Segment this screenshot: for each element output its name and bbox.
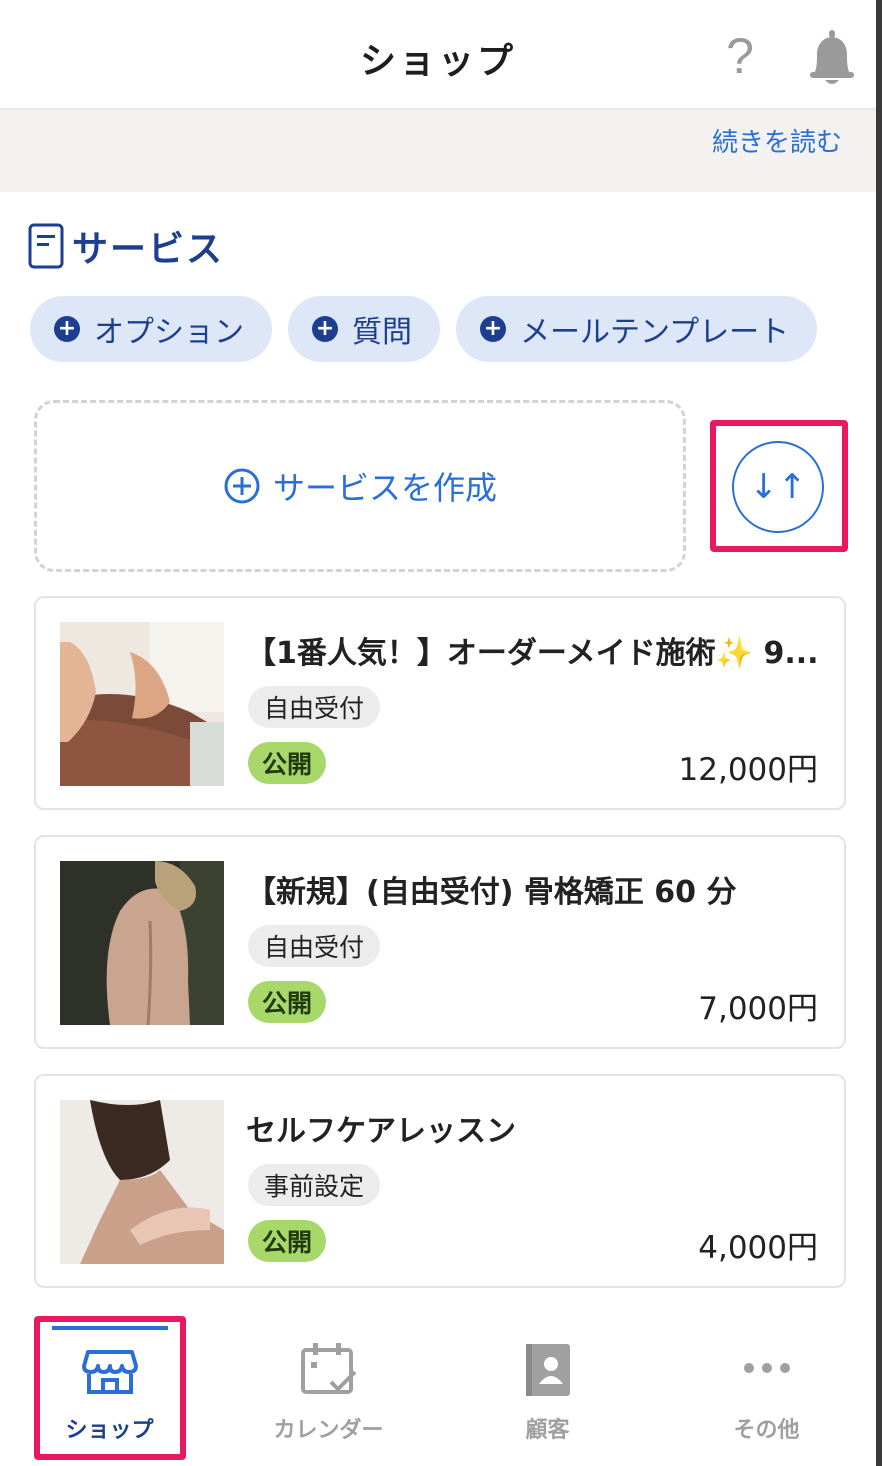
service-price: 12,000円 bbox=[678, 752, 818, 788]
service-name: 【1番人気！】オーダーメイド施術✨ 9... bbox=[246, 636, 819, 671]
document-icon bbox=[28, 223, 64, 269]
contacts-book-icon bbox=[525, 1344, 570, 1396]
add-question-chip[interactable]: + 質問 bbox=[288, 296, 440, 362]
sort-arrows-icon: ↓↑ bbox=[749, 467, 807, 507]
more-dots-icon bbox=[743, 1363, 790, 1373]
reception-type-badge: 自由受付 bbox=[248, 925, 381, 967]
add-option-chip[interactable]: + オプション bbox=[30, 296, 272, 362]
add-mail-template-chip[interactable]: + メールテンプレート bbox=[456, 296, 818, 362]
bell-icon[interactable] bbox=[804, 28, 860, 88]
service-name: セルフケアレッスン bbox=[246, 1114, 516, 1149]
help-icon[interactable]: ? bbox=[718, 28, 762, 84]
section-heading: サービス bbox=[28, 222, 224, 270]
reception-type-badge: 事前設定 bbox=[248, 1164, 381, 1206]
nav-item-customers[interactable]: 顧客 bbox=[438, 1300, 657, 1466]
reception-type-badge: 自由受付 bbox=[248, 686, 381, 728]
create-service-button[interactable]: サービスを作成 bbox=[34, 400, 686, 572]
plus-circle-icon: + bbox=[312, 316, 338, 342]
service-price: 4,000円 bbox=[698, 1230, 818, 1266]
status-badge: 公開 bbox=[248, 742, 327, 784]
nav-item-more[interactable]: その他 bbox=[657, 1300, 876, 1466]
read-more-link[interactable]: 続きを読む bbox=[712, 122, 842, 159]
service-card[interactable]: セルフケアレッスン 事前設定 公開 4,000円 bbox=[34, 1074, 846, 1288]
service-price: 7,000円 bbox=[698, 991, 818, 1027]
nav-item-calendar[interactable]: カレンダー bbox=[219, 1300, 438, 1466]
window-edge bbox=[876, 0, 882, 1466]
nav-label: カレンダー bbox=[273, 1418, 384, 1443]
chip-label: 質問 bbox=[352, 315, 412, 350]
sort-button[interactable]: ↓↑ bbox=[732, 441, 824, 533]
service-name: 【新規】(自由受付) 骨格矯正 60 分 bbox=[246, 875, 737, 910]
shop-tab-highlight bbox=[34, 1316, 186, 1460]
plus-circle-outline-icon bbox=[224, 468, 260, 504]
plus-circle-icon: + bbox=[480, 316, 506, 342]
service-card[interactable]: 【新規】(自由受付) 骨格矯正 60 分 自由受付 公開 7,000円 bbox=[34, 835, 846, 1049]
create-service-label: サービスを作成 bbox=[272, 469, 497, 507]
plus-circle-icon: + bbox=[54, 316, 80, 342]
chip-label: オプション bbox=[94, 315, 244, 350]
service-thumbnail-image bbox=[60, 622, 224, 786]
app-header: ショップ ? bbox=[0, 0, 876, 110]
service-thumbnail-image bbox=[60, 861, 224, 1025]
chip-label: メールテンプレート bbox=[520, 315, 790, 350]
quick-add-chips: + オプション + 質問 + メールテンプレート bbox=[30, 296, 818, 362]
service-thumbnail-image bbox=[60, 1100, 224, 1264]
service-card[interactable]: 【1番人気！】オーダーメイド施術✨ 9... 自由受付 公開 12,000円 bbox=[34, 596, 846, 810]
nav-label: 顧客 bbox=[525, 1418, 570, 1443]
status-badge: 公開 bbox=[248, 981, 327, 1023]
notice-banner: 続きを読む bbox=[0, 110, 876, 192]
status-badge: 公開 bbox=[248, 1220, 327, 1262]
calendar-icon bbox=[300, 1343, 356, 1394]
create-service-content: サービスを作成 bbox=[223, 463, 497, 509]
nav-label: その他 bbox=[733, 1418, 800, 1443]
section-title: サービス bbox=[72, 229, 225, 270]
